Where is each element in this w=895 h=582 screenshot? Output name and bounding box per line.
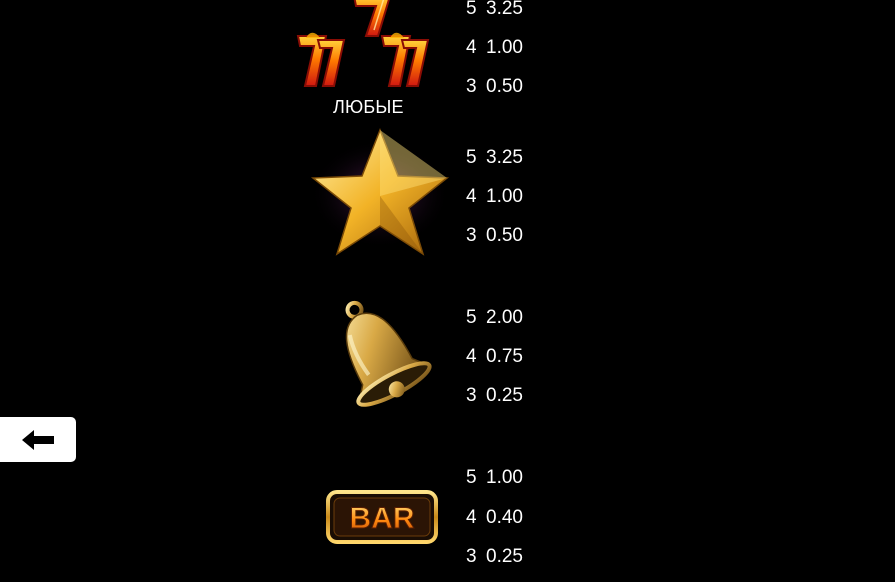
- paytable-entry-sevens: ЛЮБЫЕ 5 3.25 4 1.00 3 0.50: [0, 0, 895, 125]
- paytable-entry-bar: BAR 5 1.00 4 0.40 3 0.25: [0, 456, 895, 582]
- payout-row: 3 0.25: [466, 385, 523, 407]
- symbol-caption: ЛЮБЫЕ: [333, 97, 404, 117]
- payout-value: 1.00: [486, 186, 523, 207]
- payout-count: 5: [466, 467, 477, 488]
- payout-value: 0.25: [486, 546, 523, 567]
- gold-star-icon: [310, 127, 450, 256]
- payout-count: 3: [466, 546, 477, 567]
- payout-value: 0.50: [486, 225, 523, 246]
- payout-value: 0.50: [486, 76, 523, 97]
- payout-count: 3: [466, 385, 477, 406]
- payout-value: 0.40: [486, 507, 523, 528]
- payout-count: 4: [466, 37, 477, 58]
- paytable-entry-star: 5 3.25 4 1.00 3 0.50: [0, 127, 895, 270]
- payout-row: 5 2.00: [466, 307, 523, 329]
- paytable-entry-bell: 5 2.00 4 0.75 3 0.25: [0, 296, 895, 426]
- payout-count: 5: [466, 0, 477, 19]
- payout-row: 5 3.25: [466, 0, 523, 20]
- payout-value: 0.75: [486, 346, 523, 367]
- payout-count: 5: [466, 147, 477, 168]
- payout-value: 3.25: [486, 0, 523, 19]
- payout-value: 3.25: [486, 147, 523, 168]
- payout-value: 1.00: [486, 37, 523, 58]
- payout-count: 5: [466, 307, 477, 328]
- payout-row: 4 0.40: [466, 507, 523, 529]
- payout-count: 4: [466, 346, 477, 367]
- payout-value: 0.25: [486, 385, 523, 406]
- payout-row: 3 0.25: [466, 546, 523, 568]
- payout-row: 5 3.25: [466, 147, 523, 169]
- payout-count: 4: [466, 507, 477, 528]
- payout-row: 3 0.50: [466, 225, 523, 247]
- gold-bell-icon: [345, 300, 432, 407]
- payout-count: 3: [466, 76, 477, 97]
- payout-row: 5 1.00: [466, 467, 523, 489]
- payout-count: 3: [466, 225, 477, 246]
- bar-icon: BAR: [326, 490, 438, 544]
- arrow-left-icon: [22, 429, 54, 450]
- payout-row: 4 0.75: [466, 346, 523, 368]
- payout-value: 1.00: [486, 467, 523, 488]
- payout-count: 4: [466, 186, 477, 207]
- bar-label: BAR: [350, 502, 415, 535]
- payout-row: 4 1.00: [466, 186, 523, 208]
- payout-row: 4 1.00: [466, 37, 523, 59]
- payout-value: 2.00: [486, 307, 523, 328]
- back-button[interactable]: [0, 417, 76, 462]
- triple-seven-icon: [296, 0, 430, 87]
- payout-row: 3 0.50: [466, 76, 523, 98]
